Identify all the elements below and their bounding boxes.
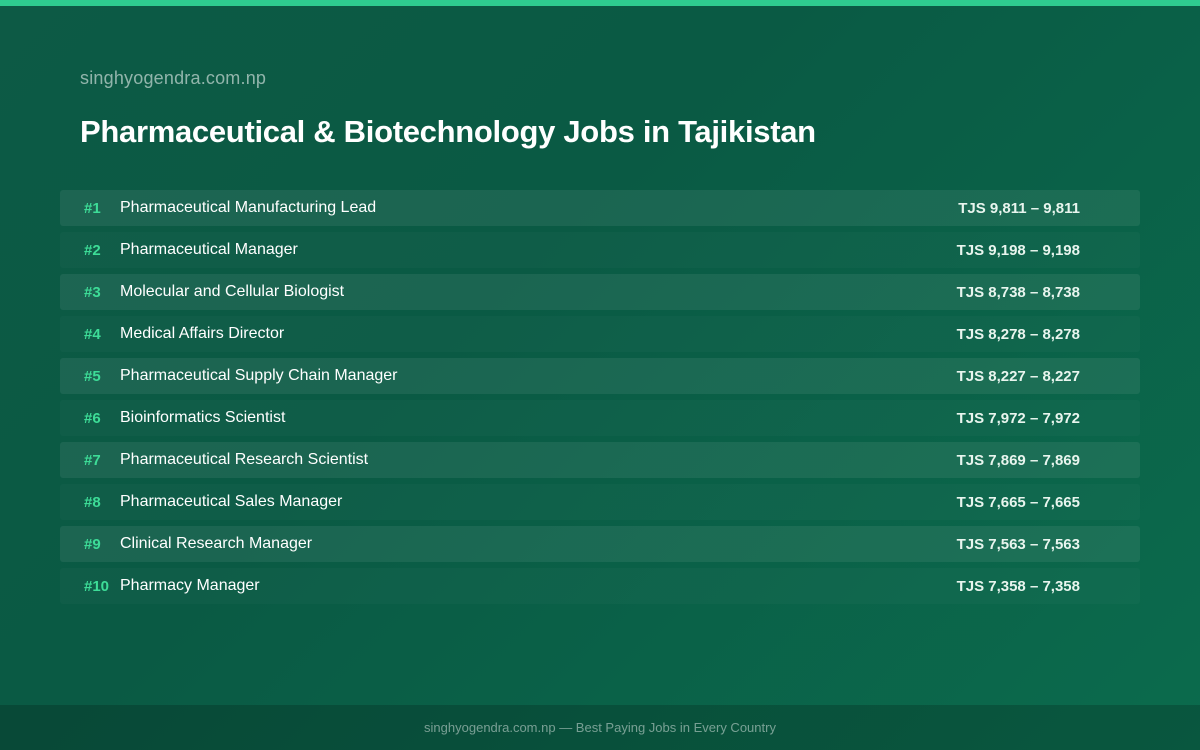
job-title: Pharmacy Manager <box>120 577 260 594</box>
footer: singhyogendra.com.np — Best Paying Jobs … <box>0 705 1200 750</box>
job-row-4: #4 Medical Affairs Director TJS 8,278 – … <box>60 316 1140 352</box>
job-salary: TJS 7,665 – 7,665 <box>956 493 1080 511</box>
job-list: #1 Pharmaceutical Manufacturing Lead TJS… <box>60 190 1140 610</box>
job-row-9: #9 Clinical Research Manager TJS 7,563 –… <box>60 526 1140 562</box>
job-salary: TJS 7,869 – 7,869 <box>956 451 1080 469</box>
job-rank: #7 <box>84 451 101 469</box>
job-salary: TJS 7,972 – 7,972 <box>956 409 1080 427</box>
job-title: Pharmaceutical Sales Manager <box>120 493 343 510</box>
job-rank: #1 <box>84 199 101 217</box>
job-title: Molecular and Cellular Biologist <box>120 283 345 300</box>
job-row-6: #6 Bioinformatics Scientist TJS 7,972 – … <box>60 400 1140 436</box>
job-salary: TJS 8,278 – 8,278 <box>956 325 1080 343</box>
job-rank: #8 <box>84 493 101 511</box>
job-salary: TJS 7,358 – 7,358 <box>956 577 1080 595</box>
job-title: Clinical Research Manager <box>120 535 313 552</box>
job-rank: #9 <box>84 535 101 553</box>
job-title: Medical Affairs Director <box>120 325 285 342</box>
job-rank: #5 <box>84 367 101 385</box>
job-title: Pharmaceutical Manufacturing Lead <box>120 199 377 216</box>
job-row-7: #7 Pharmaceutical Research Scientist TJS… <box>60 442 1140 478</box>
page-title: Pharmaceutical & Biotechnology Jobs in T… <box>80 114 816 149</box>
job-title: Pharmaceutical Supply Chain Manager <box>120 367 398 384</box>
job-row-1: #1 Pharmaceutical Manufacturing Lead TJS… <box>60 190 1140 226</box>
job-row-10: #10 Pharmacy Manager TJS 7,358 – 7,358 <box>60 568 1140 604</box>
job-rank: #10 <box>84 577 110 595</box>
job-row-2: #2 Pharmaceutical Manager TJS 9,198 – 9,… <box>60 232 1140 268</box>
job-salary: TJS 8,227 – 8,227 <box>956 367 1080 385</box>
footer-text: singhyogendra.com.np — Best Paying Jobs … <box>424 720 776 735</box>
job-salary: TJS 9,198 – 9,198 <box>956 241 1080 259</box>
job-rank: #6 <box>84 409 101 427</box>
site-label: singhyogendra.com.np <box>80 68 267 88</box>
job-rank: #2 <box>84 241 101 259</box>
job-row-8: #8 Pharmaceutical Sales Manager TJS 7,66… <box>60 484 1140 520</box>
job-row-5: #5 Pharmaceutical Supply Chain Manager T… <box>60 358 1140 394</box>
job-rank: #3 <box>84 283 101 301</box>
job-title: Pharmaceutical Research Scientist <box>120 451 369 468</box>
job-salary: TJS 9,811 – 9,811 <box>958 199 1080 217</box>
job-salary: TJS 7,563 – 7,563 <box>956 535 1080 553</box>
job-title: Bioinformatics Scientist <box>120 409 286 426</box>
job-salary: TJS 8,738 – 8,738 <box>956 283 1080 301</box>
job-title: Pharmaceutical Manager <box>120 241 298 258</box>
top-accent-bar <box>0 0 1200 6</box>
job-rank: #4 <box>84 325 101 343</box>
job-row-3: #3 Molecular and Cellular Biologist TJS … <box>60 274 1140 310</box>
